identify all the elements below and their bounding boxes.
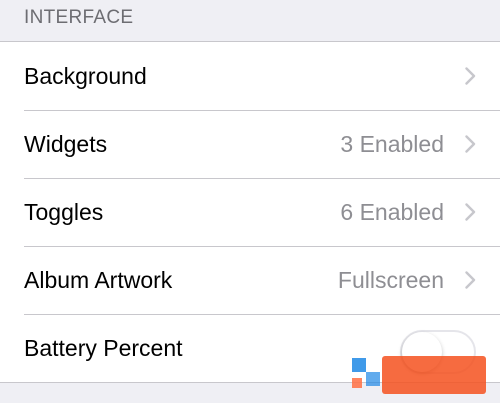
row-label: Battery Percent <box>24 334 183 361</box>
row-label: Background <box>24 62 147 89</box>
row-toggles[interactable]: Toggles 6 Enabled <box>0 178 500 246</box>
row-album-artwork[interactable]: Album Artwork Fullscreen <box>0 246 500 314</box>
chevron-right-icon <box>465 67 476 85</box>
watermark-logo <box>352 352 492 398</box>
settings-group-interface: Background Widgets 3 Enabled Toggles 6 E… <box>0 41 500 383</box>
row-value: 6 Enabled <box>340 198 444 225</box>
chevron-right-icon <box>465 271 476 289</box>
section-header-interface: INTERFACE <box>24 7 134 28</box>
row-value: Fullscreen <box>337 266 444 293</box>
chevron-right-icon <box>465 135 476 153</box>
row-label: Widgets <box>24 130 108 157</box>
chevron-right-icon <box>465 203 476 221</box>
row-background[interactable]: Background <box>0 42 500 110</box>
row-widgets[interactable]: Widgets 3 Enabled <box>0 110 500 178</box>
row-value: 3 Enabled <box>340 130 444 157</box>
row-label: Toggles <box>24 198 104 225</box>
row-label: Album Artwork <box>24 266 173 293</box>
